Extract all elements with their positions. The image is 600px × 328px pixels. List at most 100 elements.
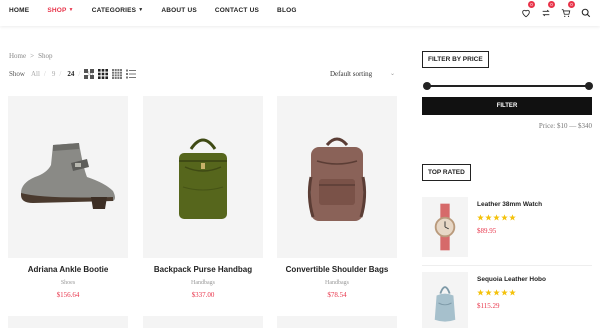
price-max: $340 bbox=[578, 122, 592, 130]
wishlist-count-badge: 0 bbox=[528, 1, 535, 8]
show-separator: / bbox=[43, 70, 46, 78]
product-title[interactable]: Convertible Shoulder Bags bbox=[277, 265, 397, 274]
nav-shop-label: SHOP bbox=[47, 7, 67, 14]
price-dash: — bbox=[569, 122, 577, 130]
grid-3-icon[interactable] bbox=[98, 69, 108, 79]
star-rating bbox=[477, 289, 516, 296]
nav-home-label: HOME bbox=[9, 7, 30, 14]
divider bbox=[422, 265, 592, 266]
header-icons: 0 0 0 bbox=[521, 1, 591, 18]
breadcrumb-home[interactable]: Home bbox=[9, 52, 26, 60]
star-icon bbox=[493, 214, 500, 221]
product-card[interactable]: Backpack Purse Handbag Handbags $337.00 bbox=[143, 96, 263, 299]
nav-categories[interactable]: CATEGORIES ▼ bbox=[92, 7, 144, 14]
product-title[interactable]: Adriana Ankle Bootie bbox=[8, 265, 128, 274]
nav-blog-label: BLOG bbox=[277, 7, 297, 14]
sorting-select[interactable]: Default sorting ⌄ bbox=[330, 70, 395, 78]
main-nav: HOME SHOP ▼ CATEGORIES ▼ ABOUT US CONTACT … bbox=[9, 7, 315, 14]
search-button[interactable] bbox=[581, 5, 591, 18]
cart-count-badge: 0 bbox=[568, 1, 575, 8]
nav-shop[interactable]: SHOP ▼ bbox=[47, 7, 73, 14]
top-rated-name[interactable]: Sequoia Leather Hobo bbox=[477, 276, 546, 283]
nav-about-label: ABOUT US bbox=[161, 7, 197, 14]
top-rated-item[interactable]: Leather 38mm Watch $89.95 bbox=[422, 197, 592, 257]
product-category[interactable]: Handbags bbox=[143, 280, 263, 286]
product-thumbnail[interactable] bbox=[422, 197, 468, 257]
filter-by-price-title: FILTER BY PRICE bbox=[422, 51, 489, 68]
star-icon bbox=[493, 289, 500, 296]
grid-4-icon[interactable] bbox=[112, 69, 122, 79]
cart-icon bbox=[561, 9, 571, 17]
compare-icon bbox=[542, 9, 550, 17]
price-min: $10 bbox=[557, 122, 568, 130]
hobo-bag-image bbox=[434, 286, 456, 322]
nav-contact-label: CONTACT US bbox=[214, 7, 260, 14]
star-icon bbox=[509, 214, 516, 221]
shoulder-bag-image bbox=[307, 137, 367, 221]
breadcrumb: Home > Shop bbox=[9, 52, 52, 60]
star-icon bbox=[477, 214, 484, 221]
nav-home[interactable]: HOME bbox=[9, 7, 29, 14]
product-card-next-row[interactable] bbox=[143, 316, 263, 328]
top-rated-item[interactable]: Sequoia Leather Hobo $115.29 bbox=[422, 272, 592, 328]
star-icon bbox=[485, 214, 492, 221]
grid-2-icon[interactable] bbox=[84, 69, 94, 79]
star-icon bbox=[509, 289, 516, 296]
filter-button[interactable]: FILTER bbox=[422, 97, 592, 115]
product-card[interactable]: Convertible Shoulder Bags Handbags $78.5… bbox=[277, 96, 397, 299]
chevron-down-icon: ▼ bbox=[68, 7, 74, 13]
top-rated-title: TOP RATED bbox=[422, 164, 471, 181]
show-label: Show bbox=[9, 70, 25, 78]
top-rated-name[interactable]: Leather 38mm Watch bbox=[477, 201, 542, 208]
nav-contact[interactable]: CONTACT US bbox=[215, 7, 259, 14]
top-rated-price: $115.29 bbox=[477, 302, 500, 310]
product-card-next-row[interactable] bbox=[8, 316, 128, 328]
product-card-next-row[interactable] bbox=[277, 316, 397, 328]
product-image[interactable] bbox=[277, 96, 397, 258]
wishlist-button[interactable]: 0 bbox=[521, 1, 535, 18]
show-option-all[interactable]: All bbox=[31, 70, 40, 78]
product-thumbnail[interactable] bbox=[422, 272, 468, 328]
cart-button[interactable]: 0 bbox=[561, 1, 575, 17]
product-price: $78.54 bbox=[327, 291, 347, 299]
heart-icon bbox=[522, 9, 530, 18]
top-rated-price: $89.95 bbox=[477, 227, 497, 235]
list-view-icon[interactable] bbox=[126, 69, 136, 79]
watch-image bbox=[434, 203, 456, 251]
grid-view-switcher bbox=[84, 69, 136, 79]
price-range-slider[interactable] bbox=[423, 82, 593, 90]
chevron-down-icon: ▼ bbox=[138, 7, 144, 13]
product-category[interactable]: Handbags bbox=[277, 280, 397, 286]
nav-about[interactable]: ABOUT US bbox=[161, 7, 197, 14]
backpack-handbag-image bbox=[179, 138, 227, 219]
show-separator: / bbox=[78, 70, 81, 78]
show-separator: / bbox=[59, 70, 62, 78]
compare-count-badge: 0 bbox=[548, 1, 555, 8]
star-icon bbox=[477, 289, 484, 296]
price-max-handle[interactable] bbox=[585, 82, 593, 90]
product-image[interactable] bbox=[8, 96, 128, 258]
price-label: Price: bbox=[538, 122, 556, 130]
product-card[interactable]: Adriana Ankle Bootie Shoes $156.64 bbox=[8, 96, 128, 299]
star-icon bbox=[501, 214, 508, 221]
product-category[interactable]: Shoes bbox=[8, 280, 128, 286]
site-header: HOME SHOP ▼ CATEGORIES ▼ ABOUT US CONTACT … bbox=[0, 0, 600, 26]
chevron-down-icon: ⌄ bbox=[390, 71, 396, 77]
compare-button[interactable]: 0 bbox=[541, 1, 555, 17]
product-title[interactable]: Backpack Purse Handbag bbox=[143, 265, 263, 274]
search-icon bbox=[581, 8, 591, 18]
show-option-9[interactable]: 9 bbox=[52, 70, 56, 78]
price-range-readout: Price: $10 — $340 bbox=[539, 122, 592, 130]
show-per-page: Show All / 9 / 24 / 36 bbox=[9, 70, 93, 78]
sorting-value: Default sorting bbox=[330, 70, 373, 78]
product-price: $156.64 bbox=[56, 291, 80, 299]
price-min-handle[interactable] bbox=[423, 82, 431, 90]
show-option-24[interactable]: 24 bbox=[67, 70, 74, 78]
nav-blog[interactable]: BLOG bbox=[277, 7, 297, 14]
nav-categories-label: CATEGORIES bbox=[91, 7, 137, 14]
product-image[interactable] bbox=[143, 96, 263, 258]
ankle-bootie-image bbox=[21, 143, 115, 209]
star-icon bbox=[485, 289, 492, 296]
star-icon bbox=[501, 289, 508, 296]
star-rating bbox=[477, 214, 516, 221]
